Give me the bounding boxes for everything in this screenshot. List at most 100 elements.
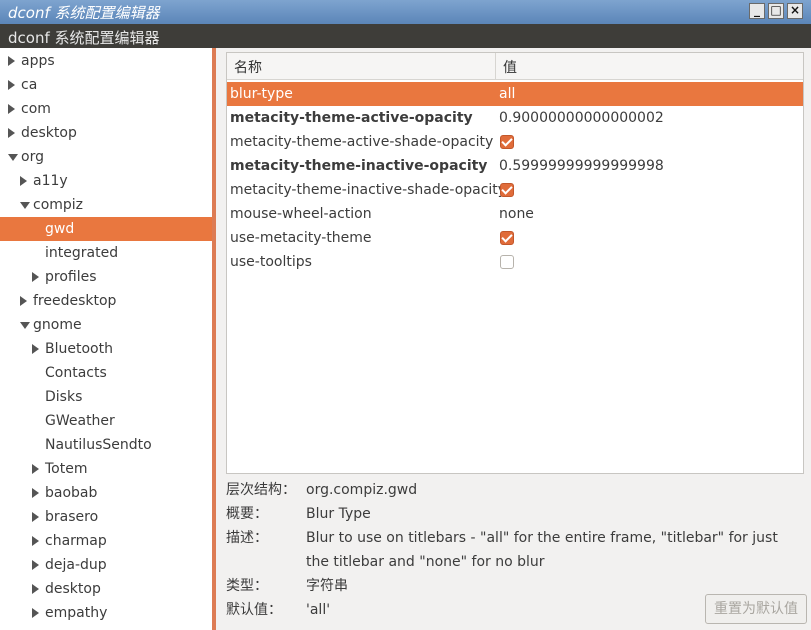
expander-collapsed-icon[interactable] (32, 512, 39, 522)
expander-collapsed-icon[interactable] (32, 584, 39, 594)
expander-collapsed-icon[interactable] (32, 272, 39, 282)
expander-collapsed-icon[interactable] (20, 296, 27, 306)
tree-item[interactable]: empathy (0, 601, 212, 625)
tree-item[interactable]: desktop (0, 121, 212, 145)
tree-item-label: deja-dup (45, 557, 107, 573)
window-controls: _ □ × (749, 3, 803, 19)
tree-item-label: org (21, 149, 44, 165)
minimize-button[interactable]: _ (749, 3, 765, 19)
tree-item-label: a11y (33, 173, 68, 189)
tree-item[interactable]: apps (0, 49, 212, 73)
tree-item[interactable]: compiz (0, 193, 212, 217)
tree-item-label: desktop (45, 581, 101, 597)
expander-collapsed-icon[interactable] (32, 344, 39, 354)
tree-item[interactable]: a11y (0, 169, 212, 193)
tree-item[interactable]: org (0, 145, 212, 169)
key-name: use-tooltips (230, 254, 312, 270)
table-header: 名称 值 (227, 53, 803, 80)
detail-summary-value: Blur Type (306, 506, 371, 522)
tree-item-label: gnome (33, 317, 82, 333)
detail-schema-label: 层次结构： (226, 482, 296, 498)
detail-default-label: 默认值： (226, 602, 282, 618)
table-row[interactable]: use-tooltips (227, 250, 803, 274)
key-name: metacity-theme-active-opacity (230, 110, 473, 126)
detail-schema-value: org.compiz.gwd (306, 482, 418, 498)
expander-collapsed-icon[interactable] (8, 56, 15, 66)
column-header-name[interactable]: 名称 (234, 57, 262, 77)
key-value[interactable]: 0.59999999999999998 (499, 154, 664, 178)
key-name: metacity-theme-inactive-opacity (230, 158, 488, 174)
expander-expanded-icon[interactable] (8, 154, 18, 161)
expander-collapsed-icon[interactable] (32, 536, 39, 546)
key-value[interactable]: 0.90000000000000002 (499, 106, 664, 130)
key-name: mouse-wheel-action (230, 206, 372, 222)
tree-item[interactable]: gwd (0, 217, 212, 241)
tree-item-label: Bluetooth (45, 341, 113, 357)
tree-item-label: charmap (45, 533, 107, 549)
window-title: dconf 系统配置编辑器 (8, 4, 160, 22)
key-value[interactable]: all (499, 82, 515, 106)
expander-expanded-icon[interactable] (20, 202, 30, 209)
column-header-value[interactable]: 值 (503, 57, 517, 77)
tree-item[interactable]: brasero (0, 505, 212, 529)
tree-item[interactable]: freedesktop (0, 289, 212, 313)
table-row[interactable]: blur-type all (227, 82, 803, 106)
tree-item[interactable]: baobab (0, 481, 212, 505)
tree-item-label: Disks (45, 389, 83, 405)
tree-item-label: NautilusSendto (45, 437, 152, 453)
window-titlebar[interactable]: dconf 系统配置编辑器 _ □ × (0, 0, 811, 24)
key-value-checkbox[interactable] (500, 255, 514, 269)
expander-collapsed-icon[interactable] (32, 608, 39, 618)
expander-collapsed-icon[interactable] (8, 80, 15, 90)
reset-to-default-button[interactable]: 重置为默认值 (705, 594, 807, 624)
schema-tree[interactable]: apps ca com desktop org a11y compiz gwd integrat… (0, 48, 216, 630)
key-value-checkbox[interactable] (500, 135, 514, 149)
detail-description-label: 描述： (226, 530, 268, 546)
maximize-button[interactable]: □ (768, 3, 784, 19)
table-row[interactable]: metacity-theme-active-opacity 0.900000000… (227, 106, 803, 130)
table-row[interactable]: metacity-theme-active-shade-opacity (227, 130, 803, 154)
detail-description-value: Blur to use on titlebars - "all" for the… (306, 530, 778, 570)
key-name: blur-type (230, 86, 293, 102)
tree-item[interactable]: Contacts (0, 361, 212, 385)
tree-item[interactable]: profiles (0, 265, 212, 289)
expander-expanded-icon[interactable] (20, 322, 30, 329)
key-value-checkbox[interactable] (500, 231, 514, 245)
tree-item[interactable]: deja-dup (0, 553, 212, 577)
tree-item[interactable]: NautilusSendto (0, 433, 212, 457)
table-row[interactable]: metacity-theme-inactive-opacity 0.5999999… (227, 154, 803, 178)
tree-item-label: profiles (45, 269, 97, 285)
tree-item[interactable]: ca (0, 73, 212, 97)
tree-item-label: Contacts (45, 365, 107, 381)
tree-item[interactable]: Totem (0, 457, 212, 481)
tree-item[interactable]: Disks (0, 385, 212, 409)
expander-collapsed-icon[interactable] (32, 560, 39, 570)
key-value[interactable]: none (499, 202, 534, 226)
right-pane: 名称 值 blur-type all metacity-theme-active-o… (220, 48, 811, 630)
tree-item[interactable]: GWeather (0, 409, 212, 433)
expander-collapsed-icon[interactable] (8, 104, 15, 114)
key-table[interactable]: 名称 值 blur-type all metacity-theme-active-o… (226, 52, 804, 474)
tree-item[interactable]: Bluetooth (0, 337, 212, 361)
expander-collapsed-icon[interactable] (8, 128, 15, 138)
expander-collapsed-icon[interactable] (32, 488, 39, 498)
tree-item[interactable]: charmap (0, 529, 212, 553)
expander-collapsed-icon[interactable] (20, 176, 27, 186)
tree-item[interactable]: gnome (0, 313, 212, 337)
table-row[interactable]: mouse-wheel-action none (227, 202, 803, 226)
key-value-checkbox[interactable] (500, 183, 514, 197)
expander-collapsed-icon[interactable] (32, 464, 39, 474)
tree-item-label: compiz (33, 197, 84, 213)
key-name: use-metacity-theme (230, 230, 372, 246)
tree-item-label: gwd (45, 221, 75, 237)
table-row[interactable]: metacity-theme-inactive-shade-opacity (227, 178, 803, 202)
column-separator[interactable] (495, 53, 496, 79)
table-row[interactable]: use-metacity-theme (227, 226, 803, 250)
tree-item[interactable]: integrated (0, 241, 212, 265)
key-name: metacity-theme-active-shade-opacity (230, 134, 494, 150)
detail-summary-label: 概要： (226, 506, 268, 522)
tree-item[interactable]: com (0, 97, 212, 121)
close-button[interactable]: × (787, 3, 803, 19)
tree-item[interactable]: desktop (0, 577, 212, 601)
key-name: metacity-theme-inactive-shade-opacity (230, 182, 507, 198)
